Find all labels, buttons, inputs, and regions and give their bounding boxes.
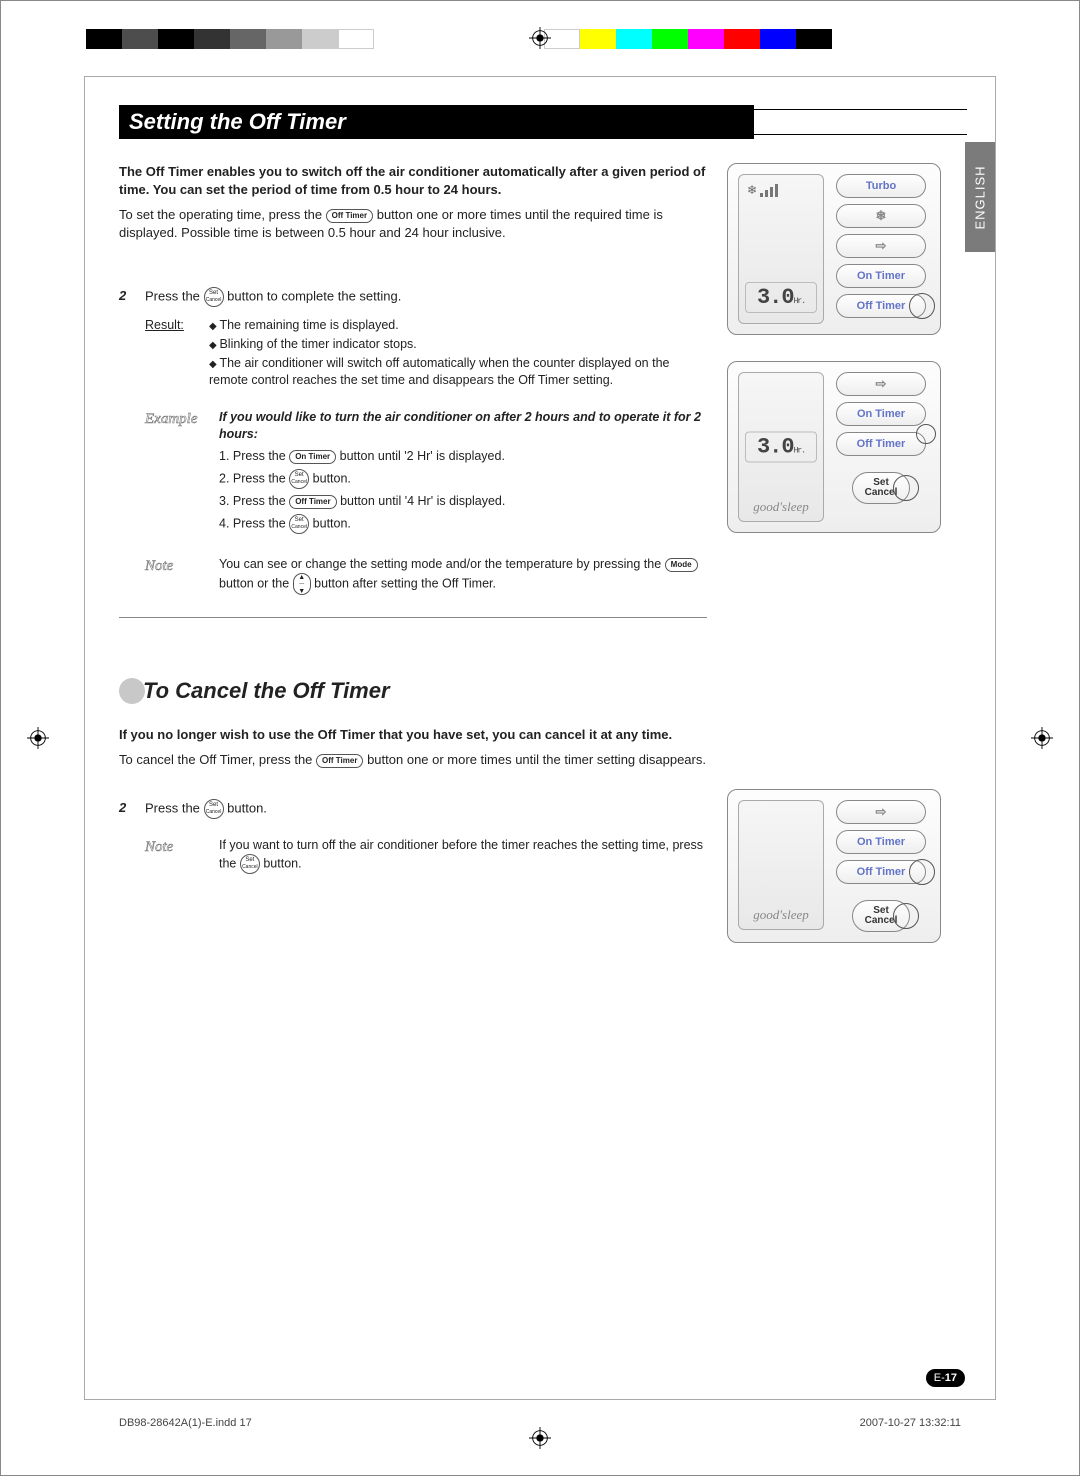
color-bar-cmyk	[544, 29, 832, 49]
subsection-heading: To Cancel the Off Timer	[119, 676, 707, 706]
off-timer-button: Off Timer	[836, 860, 926, 884]
example-step: 3. Press the Off Timer button until '4 H…	[219, 493, 707, 510]
goodsleep-label: good'sleep	[739, 499, 823, 515]
color-bar-gray	[86, 29, 374, 49]
swing-button: ⇨	[836, 372, 926, 396]
on-timer-button: On Timer	[836, 830, 926, 854]
registration-mark-icon	[529, 1427, 551, 1449]
registration-mark-icon	[1031, 727, 1053, 749]
page-frame: ENGLISH Setting the Off Timer The Off Ti…	[84, 76, 996, 1400]
registration-mark-icon	[529, 27, 551, 49]
set-cancel-button-icon: SetCancel	[240, 854, 260, 874]
intro-text: If you no longer wish to use the Off Tim…	[119, 726, 707, 744]
example-step: 2. Press the SetCancel button.	[219, 469, 707, 489]
note-text: You can see or change the setting mode a…	[219, 556, 707, 595]
set-cancel-button-icon: SetCancel	[204, 799, 224, 819]
off-timer-button: Off Timer	[836, 294, 926, 318]
remote-screen: ❄ 3.0Hr.	[738, 174, 824, 324]
heading-title: Setting the Off Timer	[119, 105, 754, 139]
note-block: Note You can see or change the setting m…	[145, 556, 707, 595]
note-label: Note	[145, 837, 201, 874]
callout-circle-icon	[916, 424, 936, 444]
language-tab: ENGLISH	[965, 142, 995, 252]
heading-rule	[754, 109, 967, 135]
example-steps: 1. Press the On Timer button until '2 Hr…	[219, 448, 707, 534]
step-text: Press the SetCancel button.	[145, 799, 707, 819]
result-block: Result: The remaining time is displayed.…	[145, 317, 707, 391]
set-cancel-button-icon: SetCancel	[289, 469, 309, 489]
language-label: ENGLISH	[973, 165, 988, 229]
remote-illustration: good'sleep ⇨ On Timer Off Timer SetCance…	[727, 789, 941, 943]
footer-timestamp: 2007-10-27 13:32:11	[860, 1417, 961, 1429]
result-item: The air conditioner will switch off auto…	[209, 355, 707, 389]
example-block: Example If you would like to turn the ai…	[145, 409, 707, 539]
timer-readout: 3.0Hr.	[745, 432, 817, 463]
mode-button-icon: Mode	[665, 558, 698, 572]
remote-screen: 3.0Hr. good'sleep	[738, 372, 824, 522]
page-number-badge: E-17	[926, 1369, 965, 1387]
print-footer: DB98-28642A(1)-E.indd 17 2007-10-27 13:3…	[119, 1417, 961, 1429]
goodsleep-label: good'sleep	[739, 907, 823, 923]
off-timer-button-icon: Off Timer	[289, 495, 336, 509]
step-text: Press the SetCancel button to complete t…	[145, 287, 707, 307]
step-row: 2 Press the SetCancel button to complete…	[119, 287, 707, 595]
swing-button: ⇨	[836, 234, 926, 258]
result-label: Result:	[145, 317, 191, 391]
turbo-button: Turbo	[836, 174, 926, 198]
fan-icon: ❄	[747, 183, 757, 197]
set-cancel-button-icon: SetCancel	[204, 287, 224, 307]
subheading-title: To Cancel the Off Timer	[143, 676, 390, 706]
cool-button: ❄	[836, 204, 926, 228]
signal-bars-icon	[760, 184, 778, 197]
remote-screen: good'sleep	[738, 800, 824, 930]
print-sheet: ENGLISH Setting the Off Timer The Off Ti…	[0, 0, 1080, 1476]
step-number: 2	[119, 287, 133, 595]
on-timer-button: On Timer	[836, 264, 926, 288]
body-text: To set the operating time, press the Off…	[119, 206, 707, 241]
step-number: 2	[119, 799, 133, 874]
remote-illustration: ❄ 3.0Hr. Turbo ❄ ⇨ On Timer	[727, 163, 941, 335]
result-item: Blinking of the timer indicator stops.	[209, 336, 707, 353]
off-timer-button-icon: Off Timer	[326, 209, 373, 223]
footer-filename: DB98-28642A(1)-E.indd 17	[119, 1417, 252, 1429]
intro-text: The Off Timer enables you to switch off …	[119, 163, 707, 198]
timer-readout: 3.0Hr.	[745, 282, 817, 313]
note-block: Note If you want to turn off the air con…	[145, 837, 707, 874]
registration-mark-icon	[27, 727, 49, 749]
off-timer-button-icon: Off Timer	[316, 754, 363, 768]
temp-button-icon: ▲—▼	[293, 573, 311, 595]
result-item: The remaining time is displayed.	[209, 317, 707, 334]
divider	[119, 617, 707, 618]
note-label: Note	[145, 556, 201, 595]
on-timer-button: On Timer	[836, 402, 926, 426]
off-timer-button: Off Timer	[836, 432, 926, 456]
example-lead: If you would like to turn the air condit…	[219, 409, 707, 443]
set-cancel-button: SetCancel	[852, 472, 910, 504]
example-step: 1. Press the On Timer button until '2 Hr…	[219, 448, 707, 465]
step-row: 2 Press the SetCancel button. Note If yo…	[119, 799, 707, 874]
result-list: The remaining time is displayed. Blinkin…	[209, 317, 707, 391]
set-cancel-button: SetCancel	[852, 900, 910, 932]
remote-illustration: 3.0Hr. good'sleep ⇨ On Timer Off Timer S…	[727, 361, 941, 533]
example-step: 4. Press the SetCancel button.	[219, 514, 707, 534]
swing-button: ⇨	[836, 800, 926, 824]
section-heading: Setting the Off Timer	[119, 105, 967, 139]
example-label: Example	[145, 409, 201, 539]
body-text: To cancel the Off Timer, press the Off T…	[119, 751, 707, 769]
note-text: If you want to turn off the air conditio…	[219, 837, 707, 874]
set-cancel-button-icon: SetCancel	[289, 514, 309, 534]
heading-dot-icon	[119, 678, 145, 704]
on-timer-button-icon: On Timer	[289, 450, 336, 464]
